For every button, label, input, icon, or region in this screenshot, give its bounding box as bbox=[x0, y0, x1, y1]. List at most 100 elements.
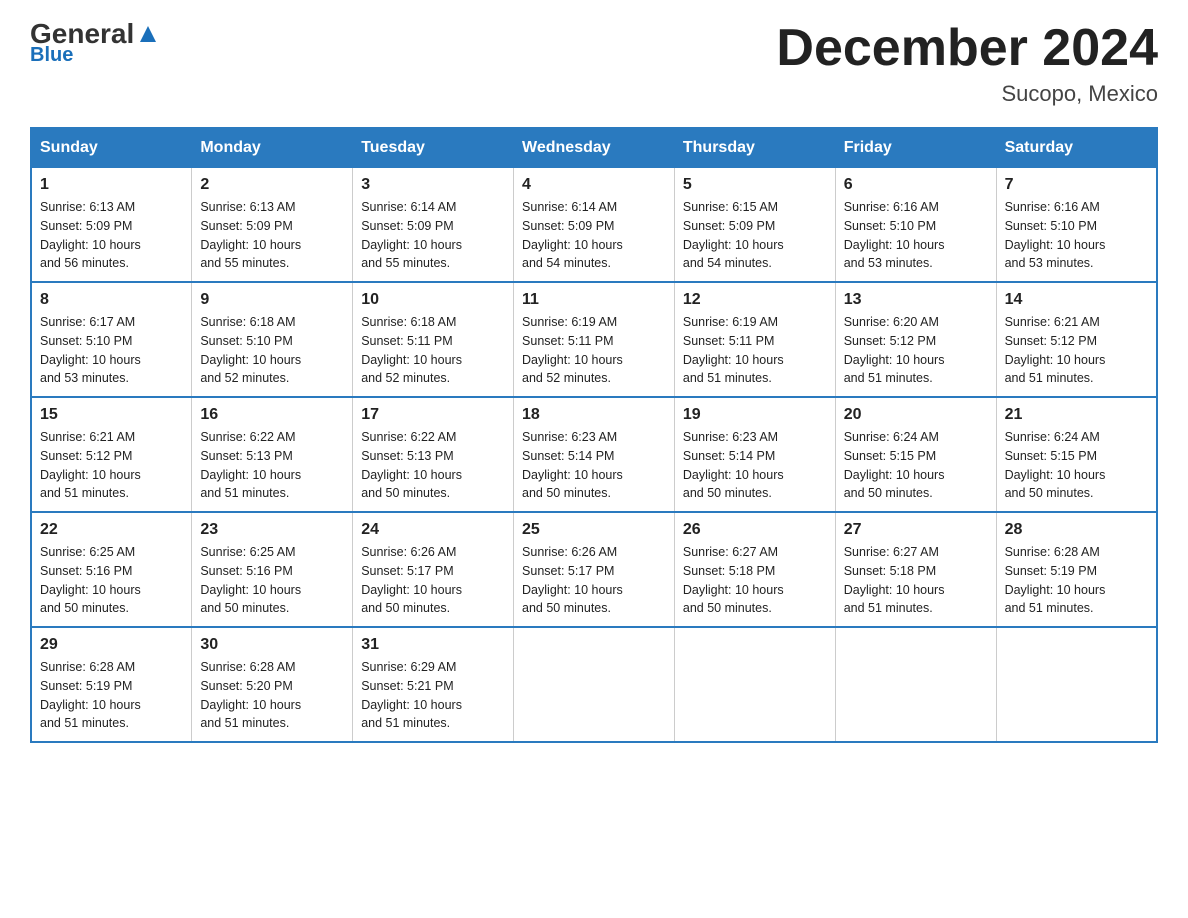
day-number: 5 bbox=[683, 176, 827, 194]
calendar-cell: 24 Sunrise: 6:26 AM Sunset: 5:17 PM Dayl… bbox=[353, 512, 514, 627]
day-info: Sunrise: 6:21 AM Sunset: 5:12 PM Dayligh… bbox=[40, 428, 183, 503]
day-number: 17 bbox=[361, 406, 505, 424]
calendar-cell: 13 Sunrise: 6:20 AM Sunset: 5:12 PM Dayl… bbox=[835, 282, 996, 397]
calendar-cell: 17 Sunrise: 6:22 AM Sunset: 5:13 PM Dayl… bbox=[353, 397, 514, 512]
weekday-header-friday: Friday bbox=[835, 128, 996, 168]
day-info: Sunrise: 6:28 AM Sunset: 5:20 PM Dayligh… bbox=[200, 658, 344, 733]
day-info: Sunrise: 6:20 AM Sunset: 5:12 PM Dayligh… bbox=[844, 313, 988, 388]
calendar-cell: 14 Sunrise: 6:21 AM Sunset: 5:12 PM Dayl… bbox=[996, 282, 1157, 397]
day-number: 2 bbox=[200, 176, 344, 194]
calendar-cell: 8 Sunrise: 6:17 AM Sunset: 5:10 PM Dayli… bbox=[31, 282, 192, 397]
calendar-cell: 9 Sunrise: 6:18 AM Sunset: 5:10 PM Dayli… bbox=[192, 282, 353, 397]
day-number: 23 bbox=[200, 521, 344, 539]
calendar-cell: 16 Sunrise: 6:22 AM Sunset: 5:13 PM Dayl… bbox=[192, 397, 353, 512]
calendar-cell: 28 Sunrise: 6:28 AM Sunset: 5:19 PM Dayl… bbox=[996, 512, 1157, 627]
day-info: Sunrise: 6:24 AM Sunset: 5:15 PM Dayligh… bbox=[1005, 428, 1148, 503]
logo-blue-text: Blue bbox=[30, 44, 73, 67]
weekday-header-wednesday: Wednesday bbox=[514, 128, 675, 168]
calendar-cell bbox=[835, 627, 996, 742]
weekday-header-tuesday: Tuesday bbox=[353, 128, 514, 168]
day-number: 28 bbox=[1005, 521, 1148, 539]
calendar-cell: 29 Sunrise: 6:28 AM Sunset: 5:19 PM Dayl… bbox=[31, 627, 192, 742]
title-block: December 2024 Sucopo, Mexico bbox=[776, 20, 1158, 107]
day-info: Sunrise: 6:17 AM Sunset: 5:10 PM Dayligh… bbox=[40, 313, 183, 388]
weekday-header-thursday: Thursday bbox=[674, 128, 835, 168]
weekday-header-saturday: Saturday bbox=[996, 128, 1157, 168]
calendar-cell bbox=[996, 627, 1157, 742]
day-info: Sunrise: 6:23 AM Sunset: 5:14 PM Dayligh… bbox=[522, 428, 666, 503]
calendar-cell: 5 Sunrise: 6:15 AM Sunset: 5:09 PM Dayli… bbox=[674, 168, 835, 283]
day-info: Sunrise: 6:27 AM Sunset: 5:18 PM Dayligh… bbox=[683, 543, 827, 618]
day-number: 11 bbox=[522, 291, 666, 309]
day-number: 3 bbox=[361, 176, 505, 194]
day-info: Sunrise: 6:29 AM Sunset: 5:21 PM Dayligh… bbox=[361, 658, 505, 733]
calendar-cell: 20 Sunrise: 6:24 AM Sunset: 5:15 PM Dayl… bbox=[835, 397, 996, 512]
calendar-cell: 25 Sunrise: 6:26 AM Sunset: 5:17 PM Dayl… bbox=[514, 512, 675, 627]
calendar-cell: 2 Sunrise: 6:13 AM Sunset: 5:09 PM Dayli… bbox=[192, 168, 353, 283]
day-info: Sunrise: 6:23 AM Sunset: 5:14 PM Dayligh… bbox=[683, 428, 827, 503]
logo: General Blue bbox=[30, 20, 158, 67]
day-info: Sunrise: 6:14 AM Sunset: 5:09 PM Dayligh… bbox=[361, 198, 505, 273]
weekday-header-monday: Monday bbox=[192, 128, 353, 168]
calendar-cell: 11 Sunrise: 6:19 AM Sunset: 5:11 PM Dayl… bbox=[514, 282, 675, 397]
day-info: Sunrise: 6:21 AM Sunset: 5:12 PM Dayligh… bbox=[1005, 313, 1148, 388]
day-number: 10 bbox=[361, 291, 505, 309]
day-info: Sunrise: 6:15 AM Sunset: 5:09 PM Dayligh… bbox=[683, 198, 827, 273]
calendar-cell: 7 Sunrise: 6:16 AM Sunset: 5:10 PM Dayli… bbox=[996, 168, 1157, 283]
day-number: 9 bbox=[200, 291, 344, 309]
calendar-cell: 22 Sunrise: 6:25 AM Sunset: 5:16 PM Dayl… bbox=[31, 512, 192, 627]
calendar-cell bbox=[514, 627, 675, 742]
day-info: Sunrise: 6:24 AM Sunset: 5:15 PM Dayligh… bbox=[844, 428, 988, 503]
day-number: 12 bbox=[683, 291, 827, 309]
day-number: 22 bbox=[40, 521, 183, 539]
calendar-week-row: 8 Sunrise: 6:17 AM Sunset: 5:10 PM Dayli… bbox=[31, 282, 1157, 397]
calendar-cell: 1 Sunrise: 6:13 AM Sunset: 5:09 PM Dayli… bbox=[31, 168, 192, 283]
calendar-cell: 12 Sunrise: 6:19 AM Sunset: 5:11 PM Dayl… bbox=[674, 282, 835, 397]
day-info: Sunrise: 6:28 AM Sunset: 5:19 PM Dayligh… bbox=[1005, 543, 1148, 618]
day-number: 30 bbox=[200, 636, 344, 654]
day-number: 16 bbox=[200, 406, 344, 424]
day-info: Sunrise: 6:19 AM Sunset: 5:11 PM Dayligh… bbox=[522, 313, 666, 388]
day-info: Sunrise: 6:22 AM Sunset: 5:13 PM Dayligh… bbox=[200, 428, 344, 503]
day-number: 27 bbox=[844, 521, 988, 539]
calendar-cell: 26 Sunrise: 6:27 AM Sunset: 5:18 PM Dayl… bbox=[674, 512, 835, 627]
day-number: 6 bbox=[844, 176, 988, 194]
calendar-cell: 4 Sunrise: 6:14 AM Sunset: 5:09 PM Dayli… bbox=[514, 168, 675, 283]
day-number: 19 bbox=[683, 406, 827, 424]
calendar-cell: 21 Sunrise: 6:24 AM Sunset: 5:15 PM Dayl… bbox=[996, 397, 1157, 512]
day-number: 21 bbox=[1005, 406, 1148, 424]
day-info: Sunrise: 6:14 AM Sunset: 5:09 PM Dayligh… bbox=[522, 198, 666, 273]
day-info: Sunrise: 6:25 AM Sunset: 5:16 PM Dayligh… bbox=[40, 543, 183, 618]
day-info: Sunrise: 6:13 AM Sunset: 5:09 PM Dayligh… bbox=[200, 198, 344, 273]
calendar-week-row: 29 Sunrise: 6:28 AM Sunset: 5:19 PM Dayl… bbox=[31, 627, 1157, 742]
day-number: 25 bbox=[522, 521, 666, 539]
day-number: 24 bbox=[361, 521, 505, 539]
day-number: 20 bbox=[844, 406, 988, 424]
calendar-cell: 31 Sunrise: 6:29 AM Sunset: 5:21 PM Dayl… bbox=[353, 627, 514, 742]
day-number: 15 bbox=[40, 406, 183, 424]
day-number: 4 bbox=[522, 176, 666, 194]
day-number: 31 bbox=[361, 636, 505, 654]
day-number: 29 bbox=[40, 636, 183, 654]
page-header: General Blue December 2024 Sucopo, Mexic… bbox=[30, 20, 1158, 107]
calendar-week-row: 1 Sunrise: 6:13 AM Sunset: 5:09 PM Dayli… bbox=[31, 168, 1157, 283]
day-info: Sunrise: 6:25 AM Sunset: 5:16 PM Dayligh… bbox=[200, 543, 344, 618]
day-info: Sunrise: 6:16 AM Sunset: 5:10 PM Dayligh… bbox=[1005, 198, 1148, 273]
day-info: Sunrise: 6:13 AM Sunset: 5:09 PM Dayligh… bbox=[40, 198, 183, 273]
calendar-cell: 3 Sunrise: 6:14 AM Sunset: 5:09 PM Dayli… bbox=[353, 168, 514, 283]
calendar-cell: 6 Sunrise: 6:16 AM Sunset: 5:10 PM Dayli… bbox=[835, 168, 996, 283]
calendar-week-row: 15 Sunrise: 6:21 AM Sunset: 5:12 PM Dayl… bbox=[31, 397, 1157, 512]
day-info: Sunrise: 6:18 AM Sunset: 5:10 PM Dayligh… bbox=[200, 313, 344, 388]
day-info: Sunrise: 6:19 AM Sunset: 5:11 PM Dayligh… bbox=[683, 313, 827, 388]
day-info: Sunrise: 6:16 AM Sunset: 5:10 PM Dayligh… bbox=[844, 198, 988, 273]
day-number: 13 bbox=[844, 291, 988, 309]
calendar-cell: 23 Sunrise: 6:25 AM Sunset: 5:16 PM Dayl… bbox=[192, 512, 353, 627]
day-info: Sunrise: 6:22 AM Sunset: 5:13 PM Dayligh… bbox=[361, 428, 505, 503]
calendar-cell: 18 Sunrise: 6:23 AM Sunset: 5:14 PM Dayl… bbox=[514, 397, 675, 512]
day-number: 14 bbox=[1005, 291, 1148, 309]
weekday-header-row: SundayMondayTuesdayWednesdayThursdayFrid… bbox=[31, 128, 1157, 168]
day-number: 18 bbox=[522, 406, 666, 424]
month-title: December 2024 bbox=[776, 20, 1158, 77]
day-info: Sunrise: 6:27 AM Sunset: 5:18 PM Dayligh… bbox=[844, 543, 988, 618]
location: Sucopo, Mexico bbox=[776, 81, 1158, 107]
